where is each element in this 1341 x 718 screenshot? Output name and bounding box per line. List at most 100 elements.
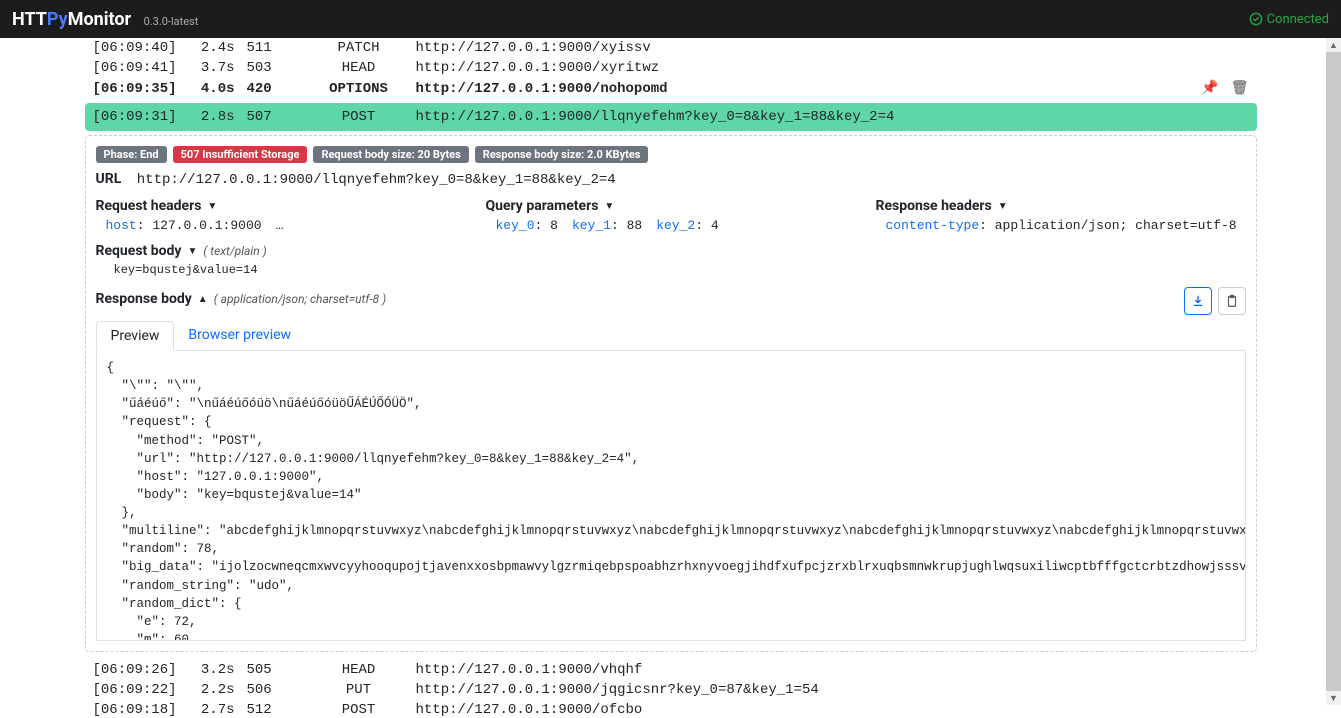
req-url: http://127.0.0.1:9000/llqnyefehm?key_0=8… [416,109,1249,125]
chevron-up-icon: ▲ [198,294,208,305]
req-status: 506 [247,682,302,698]
kv-value: 88 [627,218,643,233]
req-url: http://127.0.0.1:9000/xyritwz [416,60,1249,76]
req-method: PATCH [314,40,404,56]
req-status: 512 [247,702,302,718]
req-time: [06:09:40] [93,40,173,56]
req-size-badge: Request body size: 20 Bytes [313,146,468,163]
clipboard-icon [1225,294,1239,308]
logo-htt: HTT [12,9,47,30]
kv-key: host [106,218,137,233]
req-method: PUT [314,682,404,698]
scroll-up-icon[interactable]: ▲ [1326,38,1341,52]
req-status: 420 [247,81,302,97]
request-row[interactable]: [06:09:26]3.2s505HEADhttp://127.0.0.1:90… [85,660,1257,680]
req-duration: 3.7s [185,60,235,76]
req-url: http://127.0.0.1:9000/ofcbo [416,702,1249,718]
req-duration: 3.2s [185,662,235,678]
req-method: OPTIONS [314,81,404,97]
request-body-value: key=bqustej&value=14 [96,263,1246,277]
resp-size-badge: Response body size: 2.0 KBytes [475,146,649,163]
page-scrollbar[interactable]: ▲ ▼ [1326,38,1341,705]
url-value: http://127.0.0.1:9000/llqnyefehm?key_0=8… [137,172,616,188]
copy-button[interactable] [1218,287,1246,315]
tab-browser-preview[interactable]: Browser preview [174,321,305,350]
kv-pair: host: 127.0.0.1:9000 [106,218,262,233]
response-body-preview[interactable]: { "\"": "\"", "űáéúő": "\nűáéúőóüö\nűáéú… [96,351,1246,641]
query-params-toggle[interactable]: Query parameters ▼ [486,198,856,214]
app-logo: HTTPyMonitor 0.3.0-latest [12,9,198,30]
req-time: [06:09:26] [93,662,173,678]
phase-badge: Phase: End [96,146,167,163]
request-row[interactable]: [06:09:18]2.7s512POSThttp://127.0.0.1:90… [85,700,1257,718]
request-headers: host: 127.0.0.1:9000 content-type: text/p… [96,218,466,233]
req-time: [06:09:22] [93,682,173,698]
kv-pair: key_0: 8 [496,218,558,233]
req-duration: 2.8s [185,109,235,125]
req-status: 507 [247,109,302,125]
request-row[interactable]: [06:09:22] 2.2s 506 PUT http://127.0.0.1:900… [85,680,1257,700]
req-method: HEAD [314,662,404,678]
response-headers-toggle[interactable]: Response headers ▼ [876,198,1246,214]
kv-pair: key_1: 88 [572,218,642,233]
req-time: [06:09:41] [93,60,173,76]
request-row[interactable]: [06:09:40] 2.4s 511 PATCH http://127.0.0.1:9… [85,38,1257,58]
app-header: HTTPyMonitor 0.3.0-latest Connected [0,0,1341,38]
connection-status: Connected [1249,12,1329,27]
tab-preview[interactable]: Preview [96,321,175,351]
kv-key: content-type [276,218,370,233]
request-body-toggle[interactable]: Request body ▼ ( text/plain ) [96,243,1246,259]
request-detail-panel: Phase: End 507 Insufficient Storage Requ… [85,135,1257,652]
chevron-down-icon: ▼ [604,201,614,212]
response-headers: content-type: application/json; charset=… [876,218,1246,233]
req-status: 503 [247,60,302,76]
kv-value: 4 [711,218,719,233]
kv-key: key_0 [496,218,535,233]
kv-value: text/plain… [385,218,466,233]
req-url: http://127.0.0.1:9000/jqgicsnr?key_0=87&… [416,682,1249,698]
kv-pair: content-type: application/json; charset=… [886,218,1237,233]
request-row[interactable]: [06:09:41] 3.7s 503 HEAD http://127.0.0.1:90… [85,58,1257,78]
app-version: 0.3.0-latest [144,15,199,28]
kv-value: application/json; charset=utf-8 [995,218,1237,233]
request-list: [06:09:40] 2.4s 511 PATCH http://127.0.0.1:9… [81,38,1261,718]
download-button[interactable] [1184,287,1212,315]
badges: Phase: End 507 Insufficient Storage Requ… [96,146,1246,163]
req-duration: 4.0s [185,81,235,97]
req-duration: 2.7s [185,702,235,718]
logo-mon: Monitor [68,9,131,30]
req-url: http://127.0.0.1:9000/nohopomd [416,81,1190,97]
req-method: POST [314,109,404,125]
chevron-down-icon: ▼ [207,201,217,212]
url-line: URL http://127.0.0.1:9000/llqnyefehm?key… [96,171,1246,188]
chevron-down-icon: ▼ [187,246,197,257]
kv-key: content-type [886,218,980,233]
trash-icon[interactable]: 🗑 [1231,80,1249,97]
req-method: POST [314,702,404,718]
req-url: http://127.0.0.1:9000/xyissv [416,40,1249,56]
kv-pair: key_2: 4 [656,218,718,233]
req-duration: 2.4s [185,40,235,56]
req-time: [06:09:31] [93,109,173,125]
req-time: [06:09:35] [93,81,173,97]
query-params: key_0: 8 key_1: 88 key_2: 4 [486,218,856,233]
scroll-thumb[interactable] [1326,52,1341,691]
req-status: 511 [247,40,302,56]
response-body-toggle[interactable]: Response body ▲ ( application/json; char… [96,291,387,307]
kv-key: key_2 [656,218,695,233]
req-duration: 2.2s [185,682,235,698]
status-badge: 507 Insufficient Storage [173,146,308,163]
request-headers-toggle[interactable]: Request headers ▼ [96,198,466,214]
pin-icon[interactable]: 📌 [1201,80,1218,97]
req-url: http://127.0.0.1:9000/vhqhf [416,662,1249,678]
scroll-down-icon[interactable]: ▼ [1326,691,1341,705]
kv-key: key_1 [572,218,611,233]
request-row[interactable]: [06:09:35] 4.0s 420 OPTIONS http://127.0.0.1… [85,78,1257,99]
check-circle-icon [1249,12,1263,26]
kv-value: 8 [550,218,558,233]
kv-value: 127.0.0.1:9000 [152,218,261,233]
request-row-selected[interactable]: [06:09:31] 2.8s 507 POST http://127.0.0.… [85,103,1257,131]
kv-pair: content-type: text/plain… [276,218,466,233]
url-label: URL [96,171,122,187]
req-method: HEAD [314,60,404,76]
